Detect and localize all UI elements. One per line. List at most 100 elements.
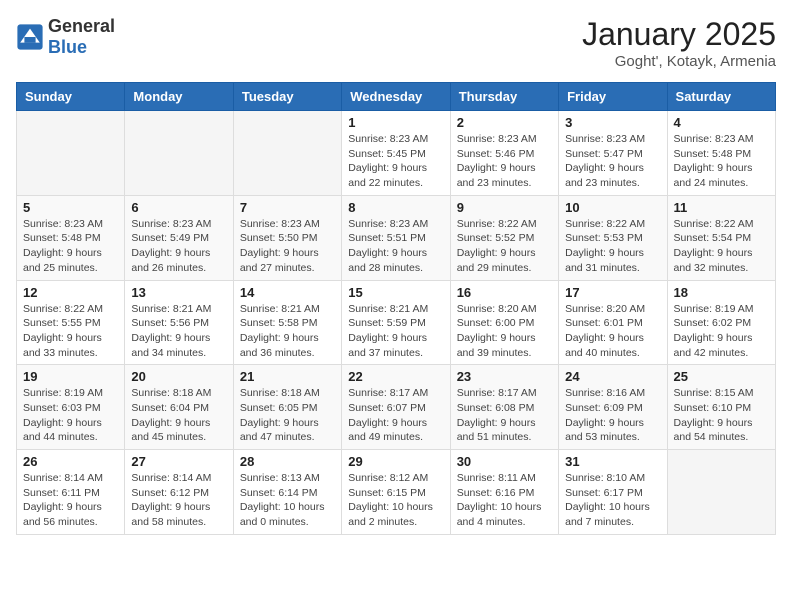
calendar-cell: 29 Sunrise: 8:12 AM Sunset: 6:15 PM Dayli… xyxy=(342,450,450,535)
calendar-cell: 4Sunrise: 8:23 AM Sunset: 5:48 PM Daylig… xyxy=(667,111,775,196)
weekday-header-row: SundayMondayTuesdayWednesdayThursdayFrid… xyxy=(17,83,776,111)
calendar-cell: 18Sunrise: 8:19 AM Sunset: 6:02 PM Dayli… xyxy=(667,280,775,365)
day-info: Sunrise: 8:22 AM Sunset: 5:55 PM Dayligh… xyxy=(23,302,118,361)
day-number: 30 xyxy=(457,454,552,469)
calendar-cell: 8 Sunrise: 8:23 AM Sunset: 5:51 PM Daylig… xyxy=(342,195,450,280)
day-info: Sunrise: 8:18 AM Sunset: 6:05 PM Dayligh… xyxy=(240,386,335,445)
weekday-header-wednesday: Wednesday xyxy=(342,83,450,111)
day-number: 3 xyxy=(565,115,660,130)
weekday-header-tuesday: Tuesday xyxy=(233,83,341,111)
day-number: 19 xyxy=(23,369,118,384)
day-number: 11 xyxy=(674,200,769,215)
calendar-cell: 12 Sunrise: 8:22 AM Sunset: 5:55 PM Dayli… xyxy=(17,280,125,365)
calendar-cell: 25 Sunrise: 8:15 AM Sunset: 6:10 PM Dayli… xyxy=(667,365,775,450)
day-number: 24 xyxy=(565,369,660,384)
calendar-cell: 20 Sunrise: 8:18 AM Sunset: 6:04 PM Dayli… xyxy=(125,365,233,450)
calendar-week-1: 1 Sunrise: 8:23 AM Sunset: 5:45 PM Daylig… xyxy=(17,111,776,196)
day-number: 17 xyxy=(565,285,660,300)
calendar-cell: 17 Sunrise: 8:20 AM Sunset: 6:01 PM Dayli… xyxy=(559,280,667,365)
calendar-cell xyxy=(667,450,775,535)
calendar-cell xyxy=(233,111,341,196)
day-info: Sunrise: 8:23 AM Sunset: 5:51 PM Dayligh… xyxy=(348,217,443,276)
day-number: 13 xyxy=(131,285,226,300)
calendar-cell xyxy=(125,111,233,196)
day-info: Sunrise: 8:18 AM Sunset: 6:04 PM Dayligh… xyxy=(131,386,226,445)
day-number: 12 xyxy=(23,285,118,300)
day-info: Sunrise: 8:14 AM Sunset: 6:11 PM Dayligh… xyxy=(23,471,118,530)
day-info: Sunrise: 8:16 AM Sunset: 6:09 PM Dayligh… xyxy=(565,386,660,445)
day-number: 29 xyxy=(348,454,443,469)
day-info: Sunrise: 8:22 AM Sunset: 5:52 PM Dayligh… xyxy=(457,217,552,276)
calendar-cell: 11 Sunrise: 8:22 AM Sunset: 5:54 PM Dayli… xyxy=(667,195,775,280)
day-number: 9 xyxy=(457,200,552,215)
calendar-cell: 3 Sunrise: 8:23 AM Sunset: 5:47 PM Daylig… xyxy=(559,111,667,196)
day-number: 25 xyxy=(674,369,769,384)
day-number: 31 xyxy=(565,454,660,469)
day-number: 20 xyxy=(131,369,226,384)
day-info: Sunrise: 8:22 AM Sunset: 5:54 PM Dayligh… xyxy=(674,217,769,276)
calendar-cell: 21Sunrise: 8:18 AM Sunset: 6:05 PM Dayli… xyxy=(233,365,341,450)
day-info: Sunrise: 8:17 AM Sunset: 6:07 PM Dayligh… xyxy=(348,386,443,445)
day-number: 8 xyxy=(348,200,443,215)
day-number: 7 xyxy=(240,200,335,215)
day-info: Sunrise: 8:23 AM Sunset: 5:47 PM Dayligh… xyxy=(565,132,660,191)
location: Goght', Kotayk, Armenia xyxy=(582,53,776,70)
day-number: 10 xyxy=(565,200,660,215)
day-info: Sunrise: 8:20 AM Sunset: 6:01 PM Dayligh… xyxy=(565,302,660,361)
day-info: Sunrise: 8:15 AM Sunset: 6:10 PM Dayligh… xyxy=(674,386,769,445)
day-info: Sunrise: 8:10 AM Sunset: 6:17 PM Dayligh… xyxy=(565,471,660,530)
logo-blue: Blue xyxy=(48,37,87,57)
title-block: January 2025 Goght', Kotayk, Armenia xyxy=(582,16,776,70)
calendar-week-2: 5 Sunrise: 8:23 AM Sunset: 5:48 PM Daylig… xyxy=(17,195,776,280)
calendar-cell: 19 Sunrise: 8:19 AM Sunset: 6:03 PM Dayli… xyxy=(17,365,125,450)
logo-icon xyxy=(16,23,44,51)
calendar-cell: 13Sunrise: 8:21 AM Sunset: 5:56 PM Dayli… xyxy=(125,280,233,365)
calendar-cell: 28Sunrise: 8:13 AM Sunset: 6:14 PM Dayli… xyxy=(233,450,341,535)
day-number: 6 xyxy=(131,200,226,215)
day-number: 15 xyxy=(348,285,443,300)
calendar-cell: 23 Sunrise: 8:17 AM Sunset: 6:08 PM Dayli… xyxy=(450,365,558,450)
day-number: 22 xyxy=(348,369,443,384)
day-info: Sunrise: 8:17 AM Sunset: 6:08 PM Dayligh… xyxy=(457,386,552,445)
day-info: Sunrise: 8:14 AM Sunset: 6:12 PM Dayligh… xyxy=(131,471,226,530)
day-info: Sunrise: 8:23 AM Sunset: 5:48 PM Dayligh… xyxy=(23,217,118,276)
calendar-cell: 9 Sunrise: 8:22 AM Sunset: 5:52 PM Daylig… xyxy=(450,195,558,280)
logo: General Blue xyxy=(16,16,115,58)
calendar-week-5: 26 Sunrise: 8:14 AM Sunset: 6:11 PM Dayli… xyxy=(17,450,776,535)
day-info: Sunrise: 8:23 AM Sunset: 5:45 PM Dayligh… xyxy=(348,132,443,191)
calendar-cell: 14 Sunrise: 8:21 AM Sunset: 5:58 PM Dayli… xyxy=(233,280,341,365)
day-info: Sunrise: 8:23 AM Sunset: 5:49 PM Dayligh… xyxy=(131,217,226,276)
day-number: 27 xyxy=(131,454,226,469)
day-info: Sunrise: 8:12 AM Sunset: 6:15 PM Dayligh… xyxy=(348,471,443,530)
day-number: 16 xyxy=(457,285,552,300)
calendar-week-3: 12 Sunrise: 8:22 AM Sunset: 5:55 PM Dayli… xyxy=(17,280,776,365)
day-info: Sunrise: 8:11 AM Sunset: 6:16 PM Dayligh… xyxy=(457,471,552,530)
weekday-header-thursday: Thursday xyxy=(450,83,558,111)
day-info: Sunrise: 8:22 AM Sunset: 5:53 PM Dayligh… xyxy=(565,217,660,276)
calendar-cell: 30 Sunrise: 8:11 AM Sunset: 6:16 PM Dayli… xyxy=(450,450,558,535)
day-number: 5 xyxy=(23,200,118,215)
calendar-cell: 6 Sunrise: 8:23 AM Sunset: 5:49 PM Daylig… xyxy=(125,195,233,280)
day-number: 23 xyxy=(457,369,552,384)
calendar-table: SundayMondayTuesdayWednesdayThursdayFrid… xyxy=(16,82,776,535)
day-info: Sunrise: 8:23 AM Sunset: 5:50 PM Dayligh… xyxy=(240,217,335,276)
calendar-cell: 22 Sunrise: 8:17 AM Sunset: 6:07 PM Dayli… xyxy=(342,365,450,450)
weekday-header-monday: Monday xyxy=(125,83,233,111)
month-title: January 2025 xyxy=(582,16,776,53)
day-info: Sunrise: 8:21 AM Sunset: 5:58 PM Dayligh… xyxy=(240,302,335,361)
day-info: Sunrise: 8:20 AM Sunset: 6:00 PM Dayligh… xyxy=(457,302,552,361)
calendar-cell xyxy=(17,111,125,196)
day-number: 26 xyxy=(23,454,118,469)
day-info: Sunrise: 8:23 AM Sunset: 5:48 PM Dayligh… xyxy=(674,132,769,191)
logo-general: General xyxy=(48,16,115,36)
day-number: 1 xyxy=(348,115,443,130)
day-info: Sunrise: 8:19 AM Sunset: 6:02 PM Dayligh… xyxy=(674,302,769,361)
weekday-header-sunday: Sunday xyxy=(17,83,125,111)
calendar-cell: 16 Sunrise: 8:20 AM Sunset: 6:00 PM Dayli… xyxy=(450,280,558,365)
day-number: 14 xyxy=(240,285,335,300)
weekday-header-friday: Friday xyxy=(559,83,667,111)
day-info: Sunrise: 8:19 AM Sunset: 6:03 PM Dayligh… xyxy=(23,386,118,445)
calendar-cell: 2Sunrise: 8:23 AM Sunset: 5:46 PM Daylig… xyxy=(450,111,558,196)
calendar-cell: 24 Sunrise: 8:16 AM Sunset: 6:09 PM Dayli… xyxy=(559,365,667,450)
calendar-cell: 26 Sunrise: 8:14 AM Sunset: 6:11 PM Dayli… xyxy=(17,450,125,535)
